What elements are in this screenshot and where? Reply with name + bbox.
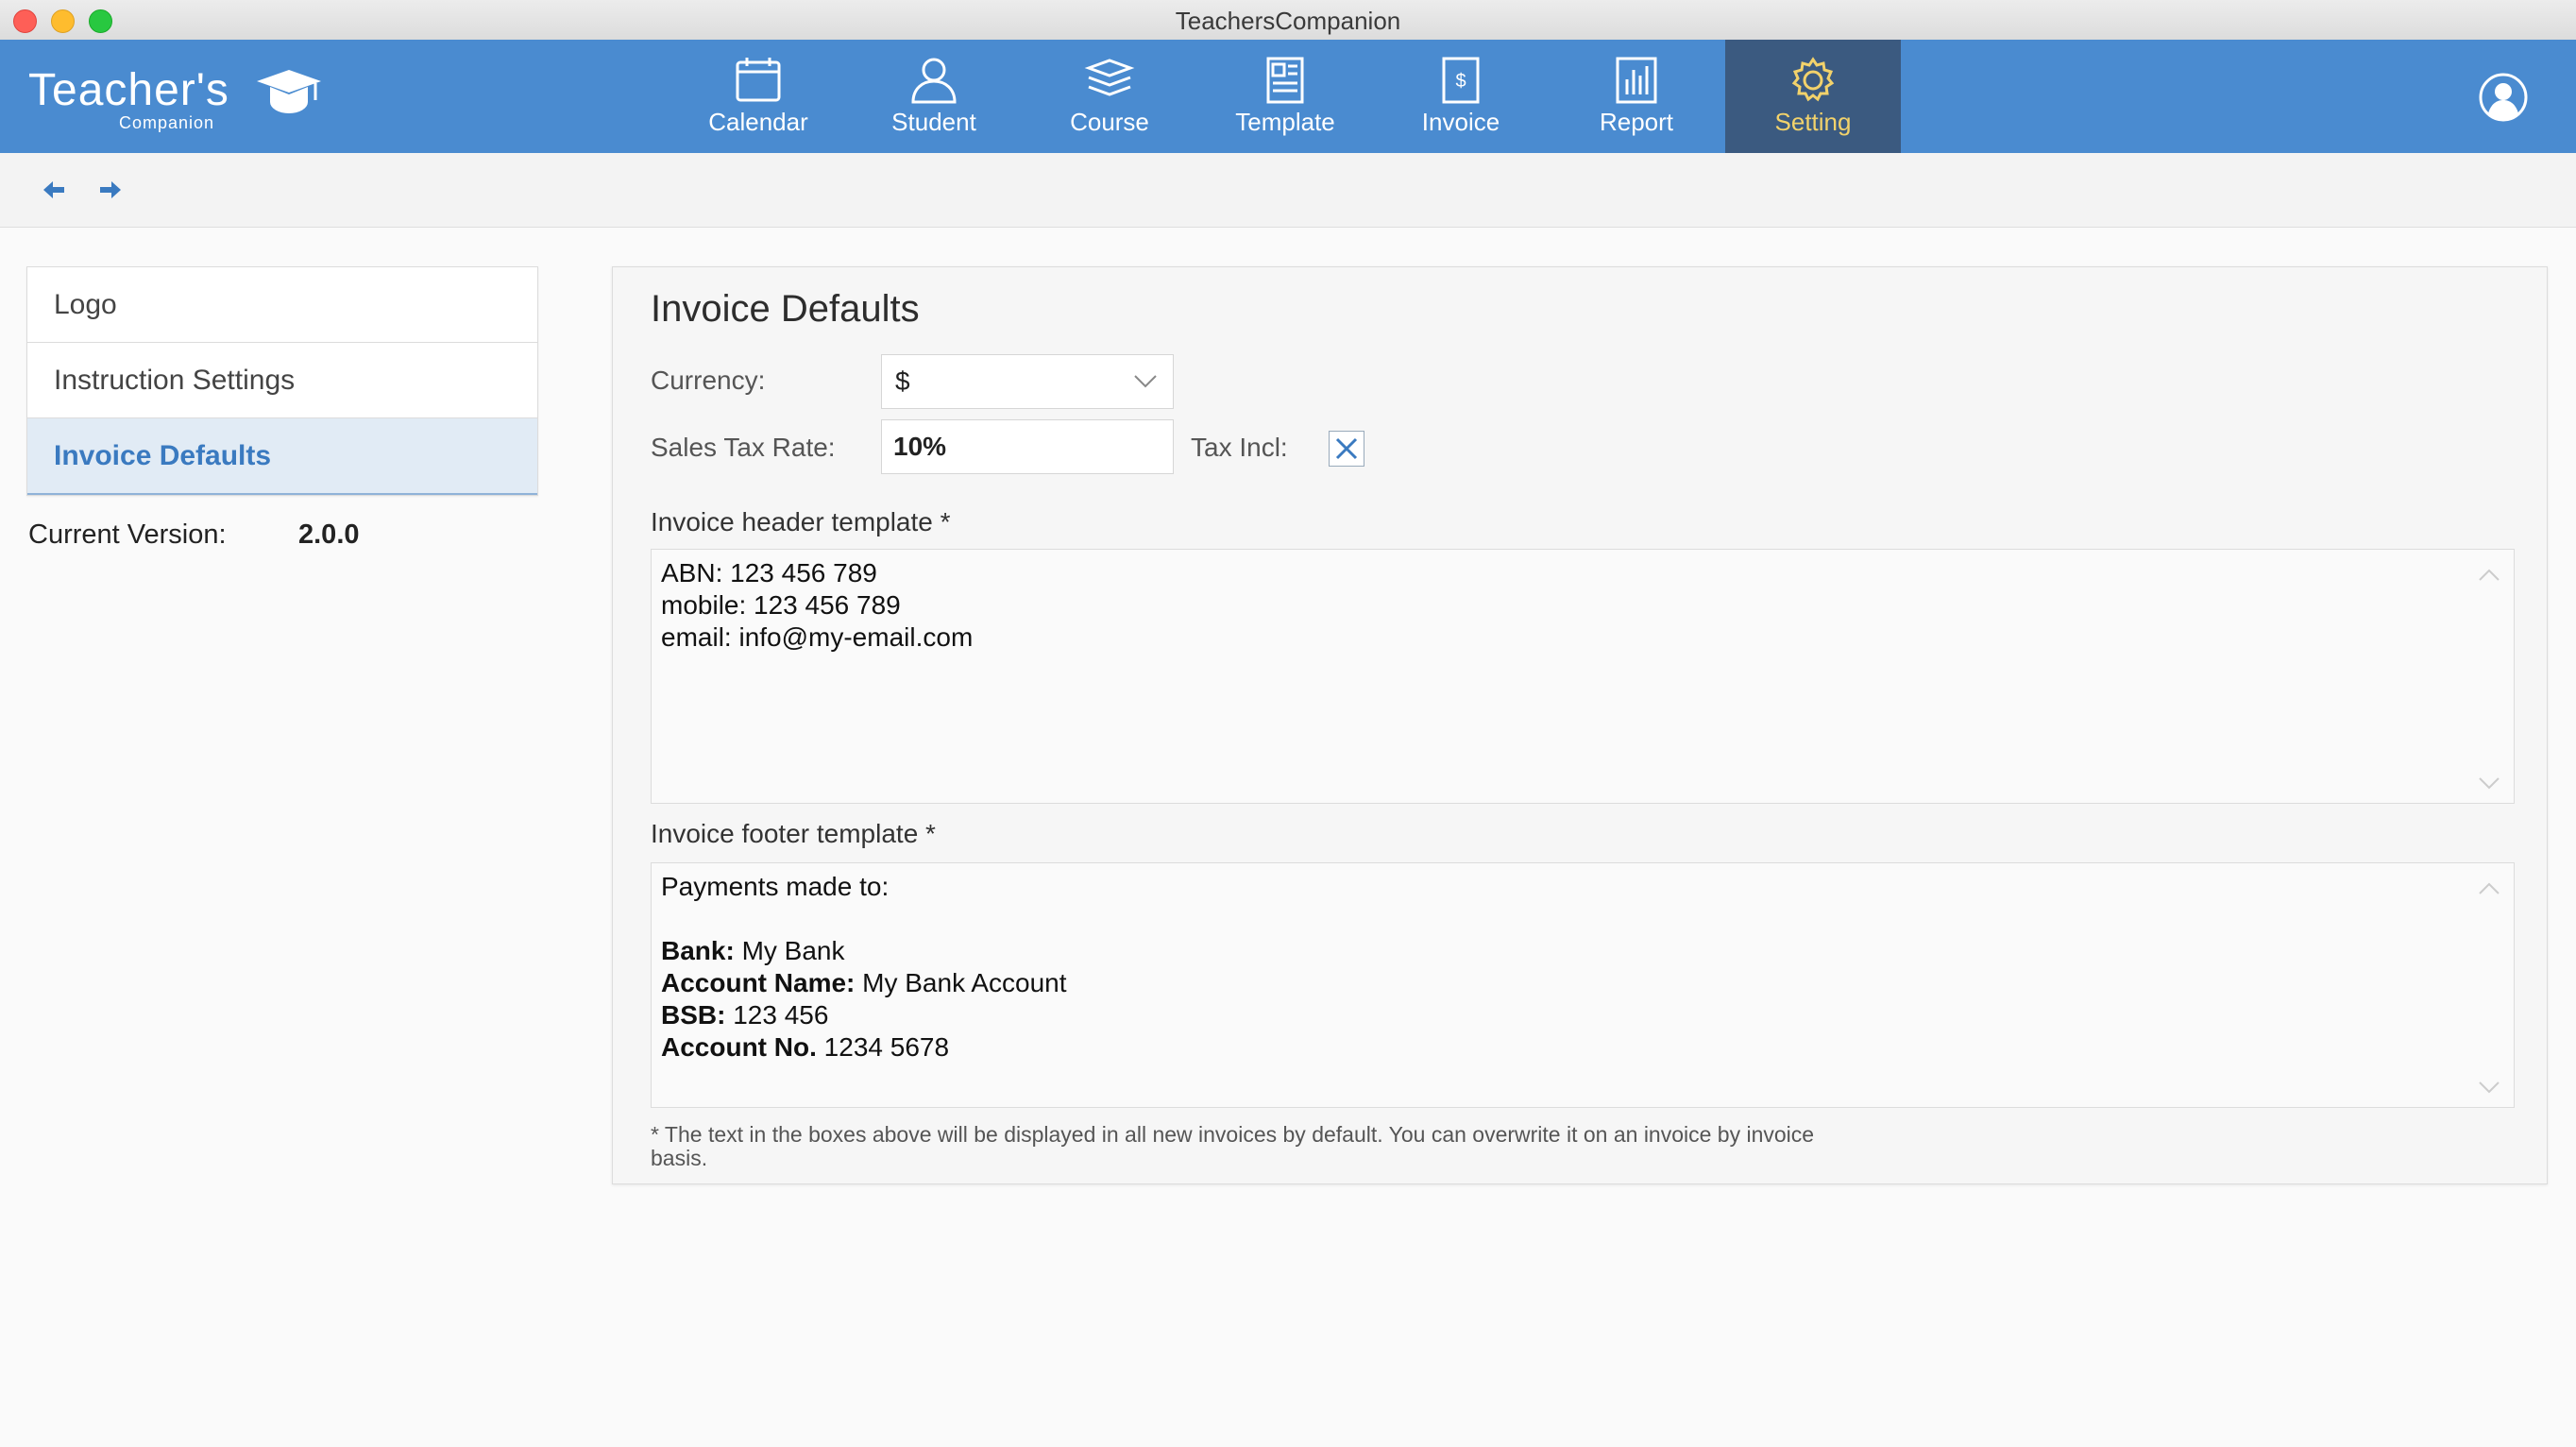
- nav-student-label: Student: [891, 108, 976, 136]
- nav-student[interactable]: Student: [846, 40, 1022, 153]
- sales-tax-rate-input[interactable]: [881, 419, 1174, 474]
- footer-line: BSB: 123 456: [661, 999, 2504, 1031]
- currency-label: Currency:: [651, 366, 766, 395]
- nav-invoice-label: Invoice: [1421, 108, 1500, 136]
- user-profile-icon[interactable]: [2478, 72, 2529, 123]
- header-template-textarea[interactable]: ABN: 123 456 789 mobile: 123 456 789 ema…: [651, 549, 2515, 804]
- scroll-up-icon[interactable]: [2478, 569, 2500, 582]
- footer-key: Account No.: [661, 1032, 817, 1062]
- nav-template-label: Template: [1235, 108, 1335, 136]
- settings-sidebar: Logo Instruction Settings Invoice Defaul…: [26, 266, 538, 496]
- footer-value: 123 456: [733, 1000, 829, 1030]
- scroll-down-icon[interactable]: [2478, 1081, 2500, 1094]
- header-line: mobile: 123 456 789: [661, 590, 901, 620]
- scroll-down-icon[interactable]: [2478, 776, 2500, 790]
- main-navbar: Teacher's Companion Calendar Student Cou…: [0, 40, 2576, 153]
- nav-report-label: Report: [1599, 108, 1674, 136]
- version-label: Current Version:: [28, 519, 227, 550]
- report-icon: [1616, 57, 1657, 104]
- footer-spacer: [661, 903, 2504, 935]
- tax-incl-label: Tax Incl:: [1191, 433, 1288, 462]
- nav-course-label: Course: [1070, 108, 1149, 136]
- student-icon: [911, 58, 957, 104]
- logo-subtitle: Companion: [119, 113, 215, 132]
- invoice-icon: $: [1442, 57, 1480, 104]
- scroll-up-icon[interactable]: [2478, 882, 2500, 895]
- nav-invoice[interactable]: $ Invoice: [1373, 40, 1549, 153]
- chevron-down-icon: [1134, 375, 1157, 388]
- app-logo: Teacher's Companion: [28, 60, 340, 136]
- header-line: email: info@my-email.com: [661, 622, 974, 652]
- version-info: Current Version: 2.0.0: [28, 519, 360, 551]
- checkmark-x-icon: [1335, 437, 1358, 460]
- version-value: 2.0.0: [298, 519, 360, 550]
- arrow-left-icon[interactable]: [40, 176, 68, 204]
- footer-line: Account Name: My Bank Account: [661, 967, 2504, 999]
- sidebar-item-invoice-defaults[interactable]: Invoice Defaults: [27, 418, 537, 495]
- footer-template-label: Invoice footer template *: [651, 819, 936, 848]
- template-icon: [1266, 57, 1304, 104]
- footer-key: Account Name:: [661, 968, 856, 997]
- arrow-right-icon[interactable]: [96, 176, 125, 204]
- footer-line: Account No. 1234 5678: [661, 1031, 2504, 1064]
- default-text-note: * The text in the boxes above will be di…: [651, 1122, 1815, 1170]
- history-toolbar: [0, 153, 2576, 228]
- footer-intro: Payments made to:: [661, 872, 890, 901]
- sales-tax-rate-label: Sales Tax Rate:: [651, 433, 836, 462]
- footer-key: Bank:: [661, 936, 735, 965]
- invoice-defaults-panel: Invoice Defaults Currency: $ Sales Tax R…: [612, 266, 2548, 1184]
- footer-key: BSB:: [661, 1000, 726, 1030]
- footer-value: My Bank: [741, 936, 845, 965]
- header-line: ABN: 123 456 789: [661, 558, 877, 587]
- course-icon: [1084, 59, 1135, 96]
- nav-template[interactable]: Template: [1197, 40, 1373, 153]
- nav-calendar[interactable]: Calendar: [670, 40, 846, 153]
- header-template-label: Invoice header template *: [651, 507, 951, 536]
- footer-value: 1234 5678: [823, 1032, 950, 1062]
- currency-value: $: [895, 366, 910, 396]
- nav-report[interactable]: Report: [1549, 40, 1724, 153]
- footer-line: Bank: My Bank: [661, 935, 2504, 967]
- svg-text:$: $: [1455, 71, 1466, 92]
- nav-setting[interactable]: Setting: [1725, 40, 1901, 153]
- window-title: TeachersCompanion: [1175, 7, 1401, 35]
- gear-icon: [1791, 57, 1835, 102]
- footer-template-textarea[interactable]: Payments made to: Bank: My Bank Account …: [651, 862, 2515, 1108]
- sidebar-item-logo[interactable]: Logo: [27, 267, 537, 343]
- nav-calendar-label: Calendar: [708, 108, 808, 136]
- logo-title: Teacher's: [28, 65, 229, 115]
- calendar-icon: [736, 58, 781, 102]
- window-titlebar: TeachersCompanion: [0, 0, 2576, 41]
- page-title: Invoice Defaults: [651, 288, 920, 330]
- sidebar-item-instruction-settings[interactable]: Instruction Settings: [27, 343, 537, 418]
- nav-course[interactable]: Course: [1022, 40, 1197, 153]
- footer-value: My Bank Account: [862, 968, 1067, 997]
- tax-incl-checkbox[interactable]: [1329, 431, 1364, 467]
- graduation-cap-icon: [257, 70, 321, 113]
- currency-select[interactable]: $: [881, 354, 1174, 409]
- nav-setting-label: Setting: [1774, 108, 1852, 136]
